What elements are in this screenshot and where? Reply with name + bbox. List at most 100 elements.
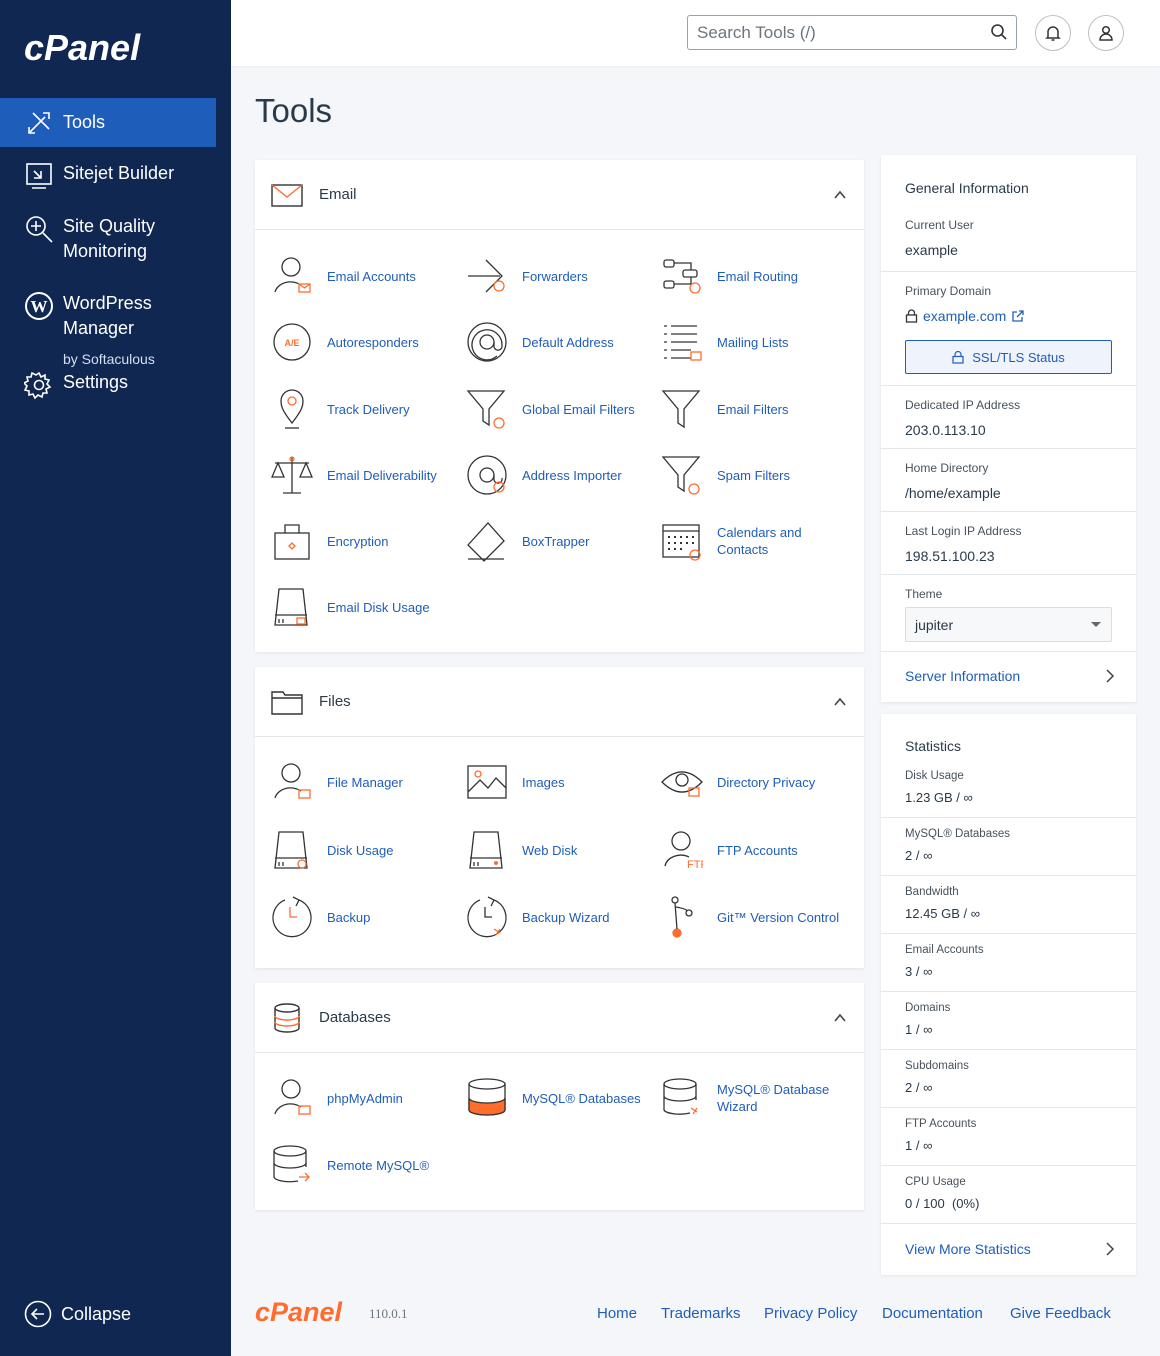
- user-icon: [1099, 25, 1113, 41]
- tool-label: Email Routing: [717, 268, 798, 284]
- tool-label: Mailing Lists: [717, 334, 789, 350]
- primary-domain-value[interactable]: example.com: [923, 308, 1006, 324]
- tool-backup[interactable]: Backup: [271, 895, 370, 939]
- tool-default-address[interactable]: Default Address: [466, 320, 614, 364]
- tool-email-disk-usage[interactable]: Email Disk Usage: [271, 585, 430, 629]
- page-title: Tools: [255, 92, 333, 129]
- remote-database-icon: [273, 1145, 310, 1183]
- footer-link-trademarks[interactable]: Trademarks: [661, 1305, 740, 1322]
- tool-remote-mysql[interactable]: Remote MySQL®: [271, 1143, 429, 1187]
- stat-row-disk-usage: Disk Usage 1.23 GB / ∞: [881, 760, 1136, 818]
- footer-link-privacy-policy[interactable]: Privacy Policy: [764, 1305, 857, 1322]
- databases-section-header[interactable]: Databases: [255, 983, 864, 1053]
- tool-email-deliverability[interactable]: Email Deliverability: [271, 453, 437, 497]
- tool-label: Spam Filters: [717, 467, 790, 483]
- scales-icon: [271, 456, 313, 494]
- server-information-link[interactable]: Server Information: [881, 652, 1136, 700]
- tool-calendars-contacts[interactable]: Calendars and Contacts: [661, 519, 847, 563]
- tool-label: Forwarders: [522, 268, 588, 284]
- ssl-tls-status-button[interactable]: SSL/TLS Status: [905, 340, 1112, 374]
- tool-mysql-database-wizard[interactable]: MySQL® Database Wizard: [661, 1076, 847, 1120]
- tool-boxtrapper[interactable]: BoxTrapper: [466, 519, 589, 563]
- tool-directory-privacy[interactable]: Directory Privacy: [661, 760, 815, 804]
- tool-autoresponders[interactable]: A/E Autoresponders: [271, 320, 419, 364]
- sidebar-item-wordpress[interactable]: W WordPress Manager by Softaculous: [0, 291, 216, 372]
- collapse-button[interactable]: Collapse: [24, 1300, 131, 1328]
- tool-forwarders[interactable]: Forwarders: [466, 254, 588, 298]
- general-information-panel: General Information Current User example…: [881, 155, 1136, 702]
- tool-file-manager[interactable]: File Manager: [271, 760, 403, 804]
- tool-images[interactable]: Images: [466, 760, 565, 804]
- tool-backup-wizard[interactable]: Backup Wizard: [466, 895, 609, 939]
- sidebar-item-settings[interactable]: Settings: [0, 370, 216, 400]
- tool-label: File Manager: [327, 774, 403, 790]
- stat-row-domains: Domains 1 / ∞: [881, 992, 1136, 1050]
- folder-icon: [271, 690, 303, 715]
- routing-icon: [663, 259, 701, 294]
- search-icon[interactable]: [990, 23, 1008, 41]
- tool-mysql-databases[interactable]: MySQL® Databases: [466, 1076, 641, 1120]
- user-menu-button[interactable]: [1088, 15, 1124, 51]
- chevron-up-icon[interactable]: [833, 695, 847, 709]
- current-user-label: Current User: [905, 218, 974, 232]
- tool-disk-usage[interactable]: Disk Usage: [271, 828, 393, 872]
- tool-email-routing[interactable]: Email Routing: [661, 254, 798, 298]
- tool-track-delivery[interactable]: Track Delivery: [271, 387, 410, 431]
- tool-label: Web Disk: [522, 842, 578, 858]
- cpanel-logo[interactable]: cPanel: [24, 28, 184, 72]
- footer-link-give-feedback[interactable]: Give Feedback: [1010, 1305, 1111, 1322]
- bell-icon: [1045, 26, 1061, 41]
- theme-select[interactable]: jupiter: [905, 607, 1112, 642]
- tool-label: Remote MySQL®: [327, 1157, 430, 1173]
- tool-spam-filters[interactable]: Spam Filters: [661, 453, 790, 497]
- chevron-up-icon[interactable]: [833, 1011, 847, 1025]
- footer-link-documentation[interactable]: Documentation: [882, 1305, 983, 1322]
- chevron-up-icon[interactable]: [833, 188, 847, 202]
- sidebar-item-site-quality[interactable]: Site Quality Monitoring: [0, 214, 216, 264]
- tool-phpmyadmin[interactable]: phpMyAdmin: [271, 1076, 403, 1120]
- tool-label: Email Accounts: [327, 268, 416, 284]
- primary-domain-link[interactable]: example.com: [905, 298, 1136, 324]
- view-more-statistics-link[interactable]: View More Statistics: [881, 1224, 1136, 1273]
- at-sign-icon: [467, 322, 507, 362]
- tool-global-email-filters[interactable]: Global Email Filters: [466, 387, 635, 431]
- footer-cpanel-logo[interactable]: cPanel: [255, 1297, 365, 1327]
- dedicated-ip-value: 203.0.113.10: [905, 422, 986, 438]
- sidebar-item-tools[interactable]: Tools: [0, 98, 216, 147]
- theme-value: jupiter: [915, 616, 954, 633]
- tool-web-disk[interactable]: Web Disk: [466, 828, 577, 872]
- sidebar-item-label: Site Quality Monitoring: [63, 216, 156, 261]
- tool-label: phpMyAdmin: [327, 1090, 403, 1106]
- files-section-header[interactable]: Files: [255, 667, 864, 737]
- tool-label: Backup Wizard: [522, 909, 610, 925]
- home-directory-label: Home Directory: [905, 461, 989, 475]
- sidebar: cPanel Tools Sitejet Builder Site Qualit…: [0, 0, 231, 1356]
- map-pin-icon: [280, 389, 304, 429]
- database-icon: [274, 1002, 300, 1033]
- tool-mailing-lists[interactable]: Mailing Lists: [661, 320, 789, 364]
- tool-ftp-accounts[interactable]: FTP FTP Accounts: [661, 828, 798, 872]
- list-icon: [664, 325, 702, 361]
- version-number: 110.0.1: [369, 1306, 408, 1321]
- external-link-icon[interactable]: [1011, 309, 1024, 323]
- statistics-panel: Statistics Disk Usage 1.23 GB / ∞ MySQL®…: [881, 714, 1136, 1275]
- tool-address-importer[interactable]: Address Importer: [466, 453, 622, 497]
- tool-label: Global Email Filters: [522, 401, 635, 417]
- tool-label: Backup: [327, 909, 371, 925]
- tool-email-filters[interactable]: Email Filters: [661, 387, 789, 431]
- tool-encryption[interactable]: Encryption: [271, 519, 388, 563]
- tool-label: Autoresponders: [327, 334, 419, 350]
- stat-label: Domains: [905, 1002, 951, 1014]
- footer-link-home[interactable]: Home: [597, 1305, 637, 1322]
- search-input[interactable]: [688, 16, 978, 49]
- stat-value: 3 / ∞: [905, 964, 933, 979]
- notifications-button[interactable]: [1035, 15, 1071, 51]
- autoresponder-icon: A/E: [273, 323, 311, 361]
- tool-email-accounts[interactable]: Email Accounts: [271, 254, 416, 298]
- stat-label: FTP Accounts: [905, 1118, 977, 1130]
- tool-label: Track Delivery: [327, 401, 410, 417]
- sidebar-item-sitejet[interactable]: Sitejet Builder: [0, 161, 216, 191]
- tool-git-version-control[interactable]: Git™ Version Control: [661, 895, 839, 939]
- email-section-header[interactable]: Email: [255, 160, 864, 230]
- file-manager-icon: [274, 763, 311, 799]
